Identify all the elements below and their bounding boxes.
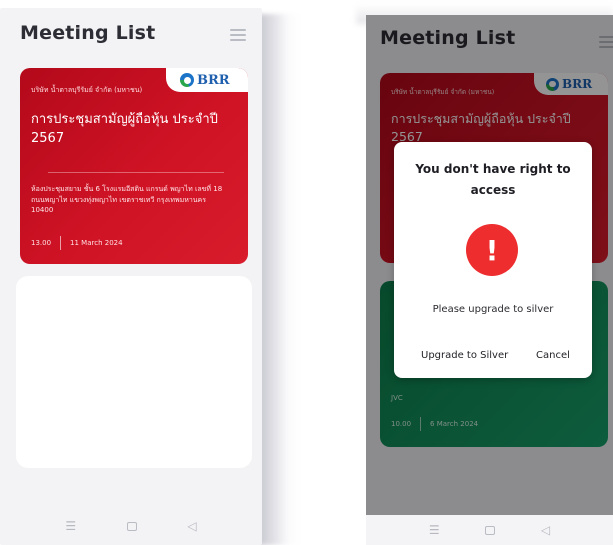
system-nav-bar: ☰ ◁ bbox=[0, 507, 262, 545]
screenshot-stage: Meeting List บริษัท น้ำตาลบุรีรัมย์ จำกั… bbox=[0, 0, 613, 545]
logo-text: BRR bbox=[197, 72, 230, 88]
meeting-time: 13.00 bbox=[31, 239, 52, 247]
meeting-card[interactable]: บริษัท น้ำตาลบุรีรัมย์ จำกัด (มหาชน) BRR… bbox=[20, 68, 248, 264]
loading-card-placeholder bbox=[16, 276, 252, 468]
dialog-message: Please upgrade to silver bbox=[432, 304, 554, 315]
back-icon[interactable]: ◁ bbox=[187, 519, 196, 533]
meeting-title: การประชุมสามัญผู้ถือหุ้น ประจำปี 2567 bbox=[31, 112, 218, 146]
cancel-button[interactable]: Cancel bbox=[536, 350, 570, 361]
dialog-title: You don't have right to access bbox=[415, 162, 571, 197]
page-title: Meeting List bbox=[20, 22, 156, 44]
company-name: บริษัท น้ำตาลบุรีรัมย์ จำกัด (มหาชน) bbox=[31, 86, 143, 94]
datetime-divider bbox=[60, 236, 62, 250]
recent-apps-icon[interactable]: ☰ bbox=[429, 523, 440, 537]
hamburger-menu-icon[interactable] bbox=[230, 29, 246, 41]
meeting-venue: ห้องประชุมสยาม ชั้น 6 โรงแรมอีสติน แกรนด… bbox=[31, 185, 223, 214]
home-icon[interactable] bbox=[126, 521, 137, 531]
meeting-datetime: 13.00 11 March 2024 bbox=[31, 236, 123, 250]
brr-logo-icon bbox=[180, 73, 194, 87]
phone-screen-access-dialog: Meeting List บริษัท น้ำตาลบุรีรัมย์ จำกั… bbox=[366, 15, 613, 545]
access-denied-dialog: You don't have right to access ! Please … bbox=[394, 142, 592, 378]
app-header: Meeting List bbox=[0, 8, 262, 60]
exclamation-warning-icon: ! bbox=[466, 224, 518, 276]
system-nav-bar: ☰ ◁ bbox=[366, 515, 613, 545]
meeting-date: 11 March 2024 bbox=[70, 239, 123, 247]
phone-screen-meeting-list: Meeting List บริษัท น้ำตาลบุรีรัมย์ จำกั… bbox=[0, 8, 262, 545]
card-divider bbox=[48, 172, 224, 173]
recent-apps-icon[interactable]: ☰ bbox=[65, 519, 76, 533]
back-icon[interactable]: ◁ bbox=[541, 523, 550, 537]
home-icon[interactable] bbox=[485, 525, 496, 535]
company-logo: BRR bbox=[166, 68, 248, 92]
phone-shadow bbox=[258, 14, 300, 545]
upgrade-to-silver-button[interactable]: Upgrade to Silver bbox=[421, 350, 508, 361]
